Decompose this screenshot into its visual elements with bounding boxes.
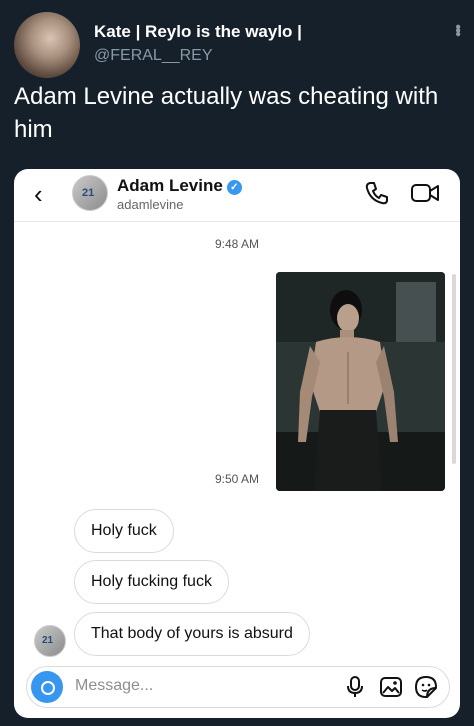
- contact-avatar[interactable]: 21: [72, 175, 108, 211]
- message-bubble[interactable]: Holy fucking fuck: [74, 560, 229, 604]
- sender-avatar[interactable]: 21: [34, 625, 66, 657]
- more-vertical-icon[interactable]: •••: [449, 24, 466, 35]
- verified-badge-icon: ✓: [226, 180, 242, 195]
- tweet-header: Kate | Reylo is the waylo | @FERAL__REY …: [14, 10, 466, 80]
- jersey-number: 21: [42, 635, 54, 646]
- shirtless-man-photo: [276, 272, 445, 491]
- tweet-author-handle[interactable]: @FERAL__REY: [94, 47, 213, 65]
- dm-header: ‹ 21 Adam Levine ✓ adamlevine: [14, 169, 460, 222]
- sticker-icon[interactable]: [414, 675, 438, 699]
- jersey-number: 21: [82, 187, 95, 199]
- message-composer[interactable]: Message...: [26, 666, 450, 708]
- message-bubble[interactable]: Holy fuck: [74, 509, 174, 553]
- contact-name[interactable]: Adam Levine ✓: [117, 176, 242, 196]
- sent-photo[interactable]: [276, 272, 445, 491]
- timestamp: 9:48 AM: [214, 237, 260, 251]
- timestamp: 9:50 AM: [214, 472, 260, 486]
- tweet-author-name[interactable]: Kate | Reylo is the waylo |: [94, 22, 302, 42]
- message-bubble[interactable]: That body of yours is absurd: [74, 612, 310, 656]
- gallery-icon[interactable]: [379, 675, 403, 699]
- dm-screenshot: ‹ 21 Adam Levine ✓ adamlevine 9:48 AM 9:…: [14, 169, 460, 718]
- microphone-icon[interactable]: [343, 675, 367, 699]
- tweet-text: Adam Levine actually was cheating with h…: [14, 83, 439, 143]
- contact-username: adamlevine: [117, 197, 184, 212]
- camera-icon[interactable]: [31, 671, 63, 703]
- contact-name-text: Adam Levine: [117, 176, 223, 195]
- scrollbar[interactable]: [452, 274, 456, 464]
- video-call-icon[interactable]: [410, 180, 440, 206]
- message-input[interactable]: Message...: [75, 677, 153, 695]
- phone-call-icon[interactable]: [364, 180, 390, 206]
- tweet-author-avatar[interactable]: [14, 12, 80, 78]
- back-chevron-icon[interactable]: ‹: [34, 179, 43, 210]
